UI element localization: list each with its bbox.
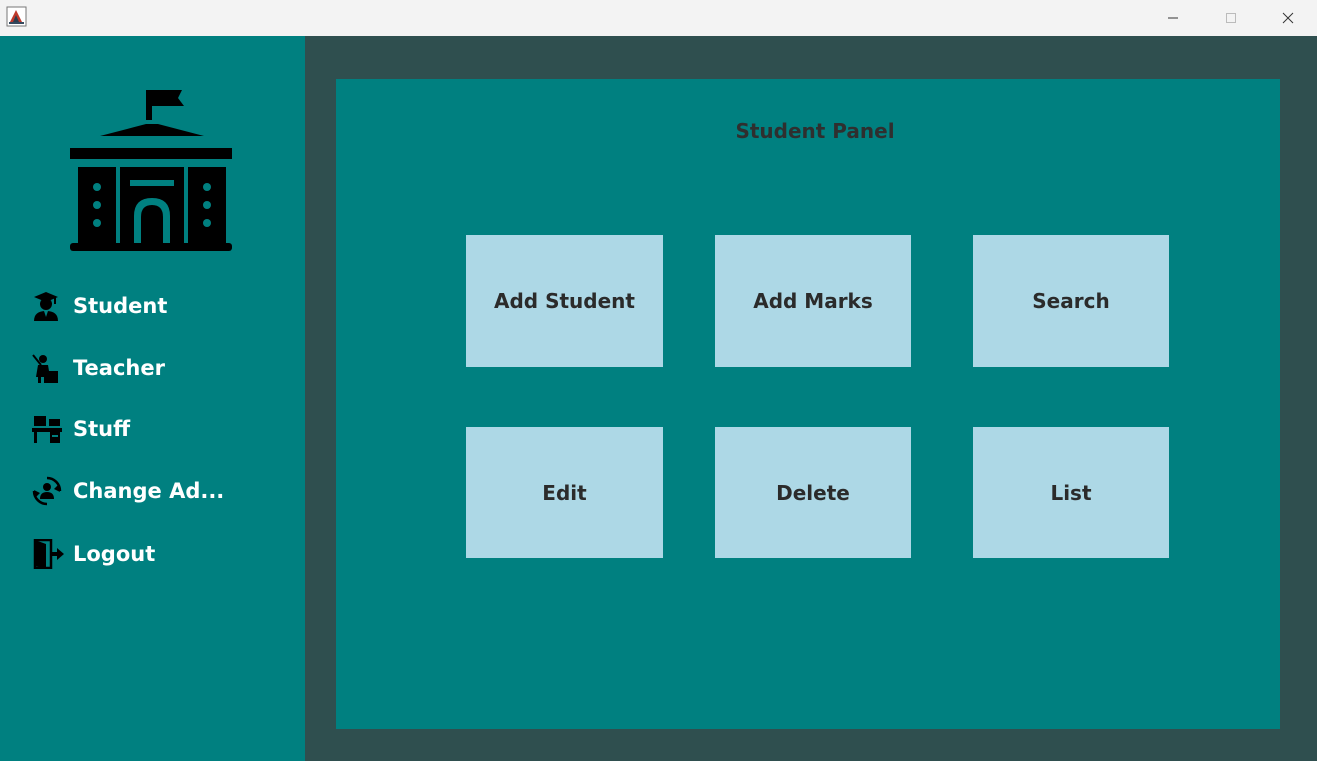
school-building-logo [70,90,234,252]
logout-icon [32,537,66,571]
add-student-button[interactable]: Add Student [466,235,663,367]
close-button[interactable] [1259,0,1317,36]
teacher-icon [32,351,66,385]
sidebar-item-label: Stuff [73,417,131,441]
button-label: Delete [776,480,850,505]
button-label: Add Student [494,289,635,313]
minimize-button[interactable] [1144,0,1202,36]
staff-desk-icon [32,412,66,446]
page-title: Student Panel [735,119,895,143]
window-titlebar [0,0,1317,36]
search-button[interactable]: Search [973,235,1169,367]
sidebar-item-label: Student [73,294,168,318]
change-admin-icon [32,474,66,508]
button-label: Add Marks [753,289,873,313]
add-marks-button[interactable]: Add Marks [715,235,911,367]
delete-button[interactable]: Delete [715,427,911,558]
maximize-button[interactable] [1202,0,1260,36]
button-label: Search [1032,289,1110,313]
sidebar: Student Teacher Stuff Change Ad... Logou… [0,36,305,761]
sidebar-item-change-admin[interactable]: Change Ad... [32,473,224,509]
sidebar-item-label: Logout [73,542,156,566]
sidebar-item-label: Change Ad... [73,479,225,503]
close-icon [1282,12,1294,24]
maximize-icon [1226,13,1236,23]
sidebar-item-student[interactable]: Student [32,288,167,324]
student-panel: Student Panel Add Student Add Marks Sear… [336,79,1280,729]
edit-button[interactable]: Edit [466,427,663,558]
sidebar-item-label: Teacher [73,356,165,380]
list-button[interactable]: List [973,427,1169,558]
sidebar-item-stuff[interactable]: Stuff [32,411,130,447]
sidebar-item-teacher[interactable]: Teacher [32,350,165,386]
button-label: Edit [542,480,587,505]
minimize-icon [1168,17,1178,19]
sidebar-item-logout[interactable]: Logout [32,536,155,572]
java-app-icon [6,6,27,27]
button-label: List [1050,480,1092,505]
graduate-icon [32,289,66,323]
